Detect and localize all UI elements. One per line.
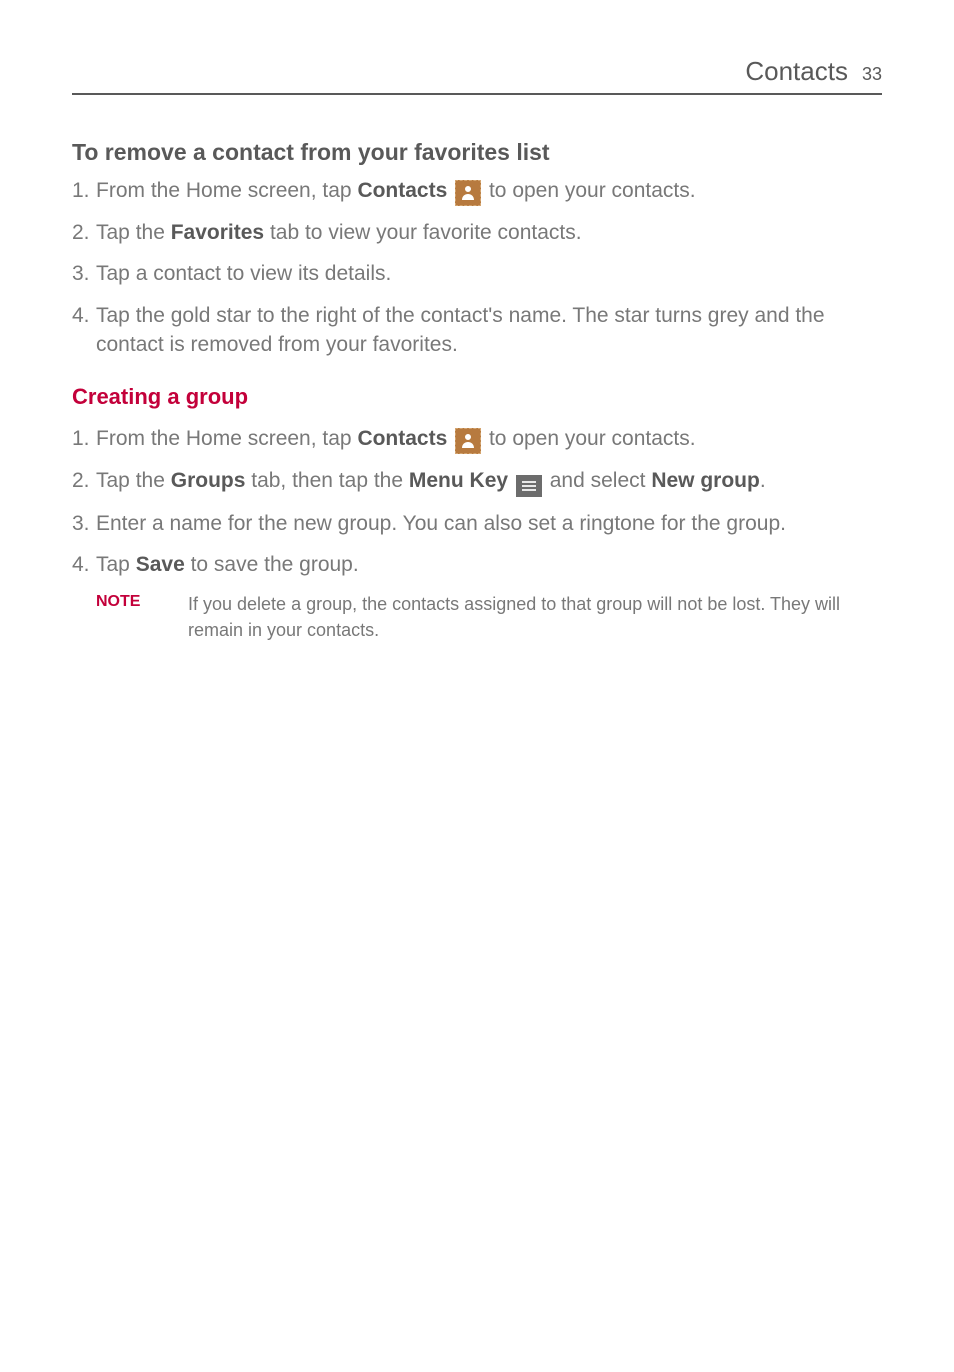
section-heading-creating-group: Creating a group [72,384,882,410]
bold-menu-key: Menu Key [409,469,508,492]
bold-save: Save [136,553,185,576]
step-text: Tap the Favorites tab to view your favor… [96,218,882,247]
subheading-remove-favorite: To remove a contact from your favorites … [72,139,882,166]
step-number: 4. [72,301,96,360]
step-number: 1. [72,176,96,206]
contacts-icon [455,180,481,206]
step-item: 2. Tap the Favorites tab to view your fa… [72,218,882,247]
menu-key-icon [516,475,542,497]
step-text: Enter a name for the new group. You can … [96,509,882,538]
step-text: Tap the gold star to the right of the co… [96,301,882,360]
bold-new-group: New group [651,469,760,492]
note-block: NOTE If you delete a group, the contacts… [72,591,882,643]
step-item: 3. Enter a name for the new group. You c… [72,509,882,538]
step-number: 4. [72,550,96,579]
step-item: 2. Tap the Groups tab, then tap the Menu… [72,466,882,497]
step-number: 3. [72,259,96,288]
page-header: Contacts 33 [72,56,882,95]
bold-groups: Groups [171,469,246,492]
step-number: 1. [72,424,96,454]
header-page-number: 33 [862,64,882,87]
step-text: Tap the Groups tab, then tap the Menu Ke… [96,466,882,497]
step-number: 2. [72,218,96,247]
step-item: 1. From the Home screen, tap Contacts to… [72,176,882,206]
step-item: 1. From the Home screen, tap Contacts to… [72,424,882,454]
step-item: 3. Tap a contact to view its details. [72,259,882,288]
step-item: 4. Tap the gold star to the right of the… [72,301,882,360]
bold-contacts: Contacts [357,179,447,202]
note-text: If you delete a group, the contacts assi… [188,591,882,643]
manual-page: Contacts 33 To remove a contact from you… [0,0,954,716]
step-text: Tap Save to save the group. [96,550,882,579]
step-text: From the Home screen, tap Contacts to op… [96,176,882,206]
step-text: From the Home screen, tap Contacts to op… [96,424,882,454]
note-label: NOTE [96,591,188,643]
step-number: 3. [72,509,96,538]
contacts-icon [455,428,481,454]
step-number: 2. [72,466,96,497]
step-item: 4. Tap Save to save the group. [72,550,882,579]
header-section-title: Contacts [745,56,848,87]
bold-contacts: Contacts [357,427,447,450]
step-text: Tap a contact to view its details. [96,259,882,288]
bold-favorites: Favorites [171,221,264,244]
